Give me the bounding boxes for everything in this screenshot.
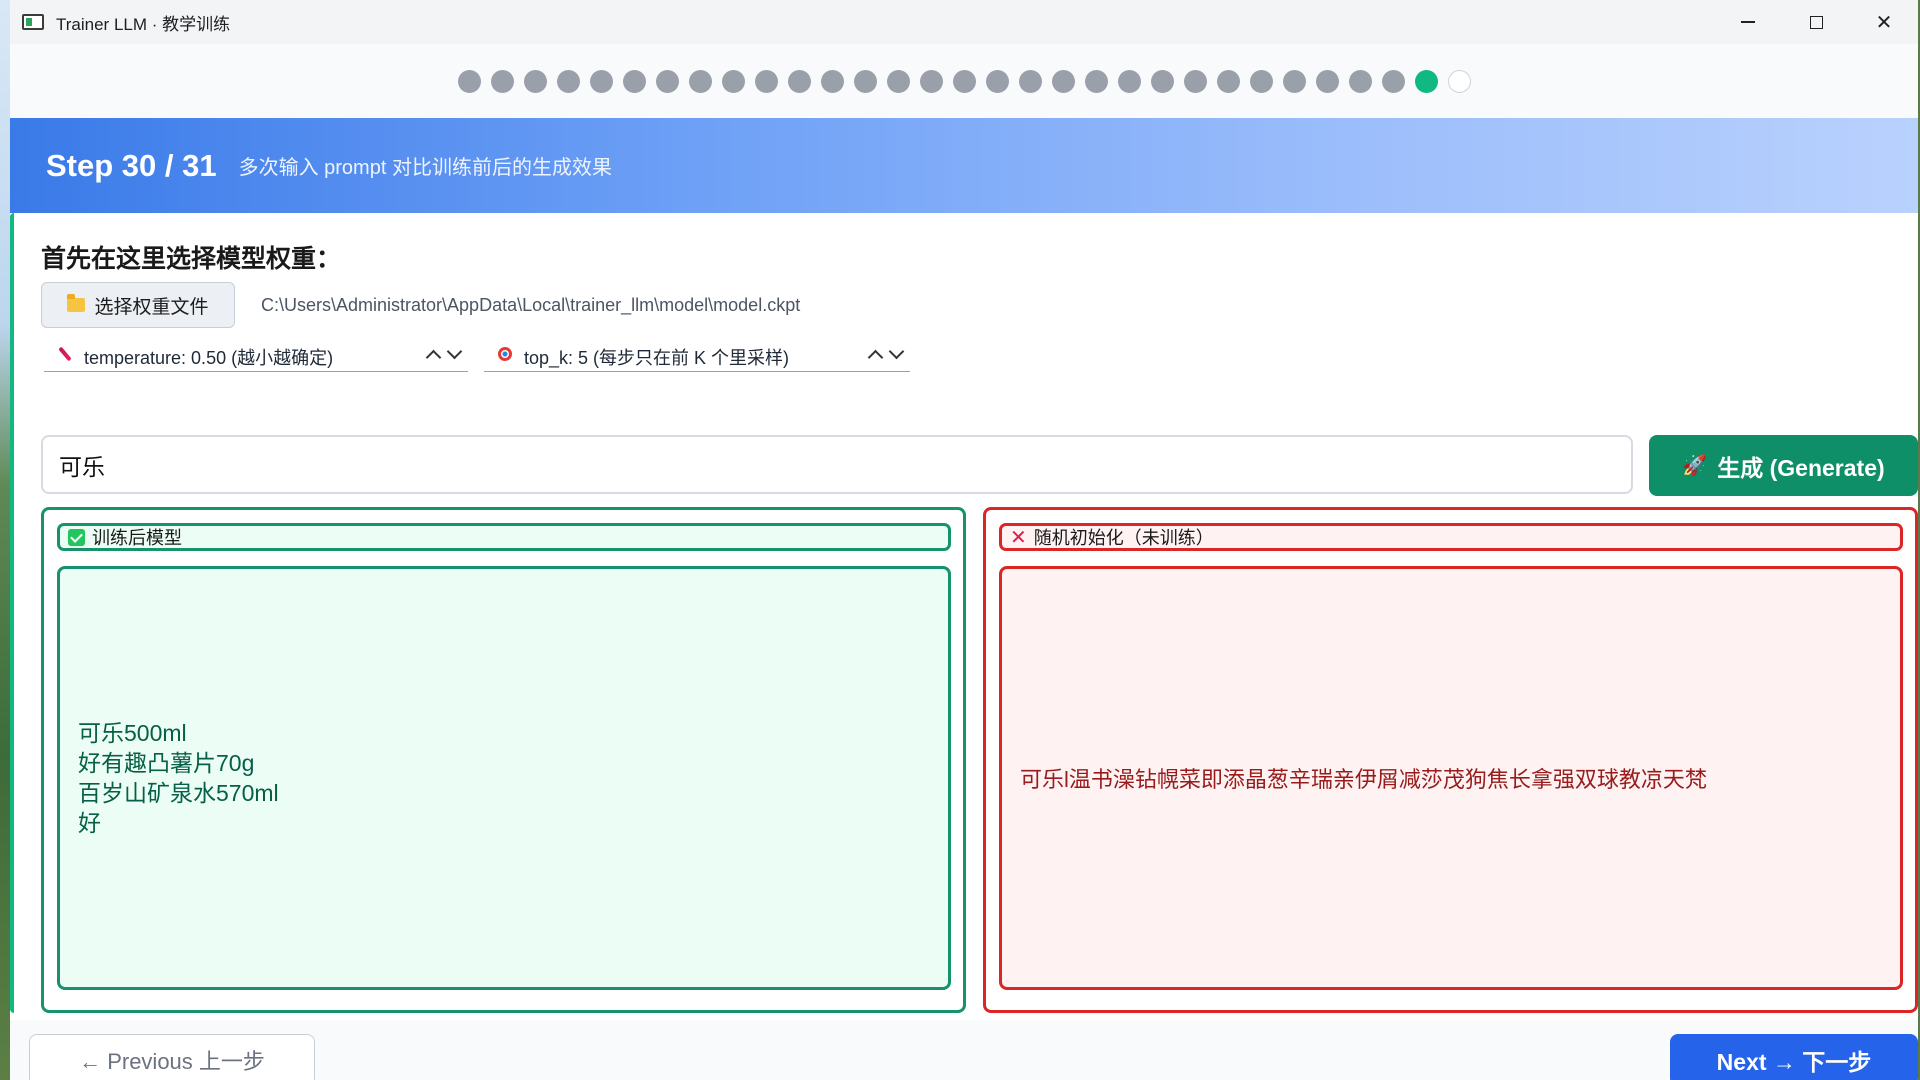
target-icon xyxy=(496,347,514,366)
folder-icon xyxy=(67,294,86,312)
step-dot[interactable] xyxy=(1282,69,1306,93)
thermometer-icon xyxy=(56,346,74,367)
prompt-input-value: 可乐 xyxy=(59,453,105,480)
desktop-background xyxy=(0,0,10,1080)
step-dot[interactable] xyxy=(721,69,745,93)
close-icon: ✕ xyxy=(1875,11,1893,34)
trained-model-label: 训练后模型 xyxy=(92,528,182,548)
step-dot[interactable] xyxy=(952,69,976,93)
app-icon xyxy=(22,14,44,30)
random-model-header: ✕ 随机初始化（未训练） xyxy=(999,523,1903,551)
random-model-output-text: 可乐l温书澡钻幌菜即添晶葱辛瑞亲伊屑减莎茂狗焦长拿强双球教凉天梵 xyxy=(1020,767,1707,792)
step-dot[interactable] xyxy=(1183,69,1207,93)
step-dot[interactable] xyxy=(754,69,778,93)
step-dot[interactable] xyxy=(589,69,613,93)
next-button[interactable]: Next → 下一步 xyxy=(1670,1034,1918,1080)
window-controls: ✕ xyxy=(1714,0,1918,44)
cross-icon: ✕ xyxy=(1010,526,1027,549)
step-dot[interactable] xyxy=(688,69,712,93)
step-dot[interactable] xyxy=(556,69,580,93)
random-model-output: 可乐l温书澡钻幌菜即添晶葱辛瑞亲伊屑减莎茂狗焦长拿强双球教凉天梵 xyxy=(999,566,1903,990)
step-dot[interactable] xyxy=(490,69,514,93)
rocket-icon: 🚀 xyxy=(1682,455,1708,477)
random-model-label: 随机初始化（未训练） xyxy=(1033,528,1214,548)
app-window: Trainer LLM · 教学训练 ✕ Step 30 / 31 多次输入 p… xyxy=(10,0,1918,1080)
weights-path: C:\Users\Administrator\AppData\Local\tra… xyxy=(261,295,801,315)
chevron-down-icon[interactable] xyxy=(888,343,905,360)
trained-model-output: 可乐500ml 好有趣凸薯片70g 百岁山矿泉水570ml 好 xyxy=(57,566,951,990)
step-dot[interactable] xyxy=(1447,69,1471,93)
step-dot[interactable] xyxy=(1117,69,1141,93)
title-bar: Trainer LLM · 教学训练 ✕ xyxy=(10,0,1918,44)
trained-model-header: 训练后模型 xyxy=(57,523,951,551)
step-dot[interactable] xyxy=(886,69,910,93)
previous-button[interactable]: ← Previous 上一步 xyxy=(29,1034,315,1080)
check-icon xyxy=(68,528,85,546)
prompt-input[interactable]: 可乐 xyxy=(41,435,1633,494)
step-dot[interactable] xyxy=(853,69,877,93)
step-dot[interactable] xyxy=(1414,69,1438,93)
trained-model-panel: 训练后模型 可乐500ml 好有趣凸薯片70g 百岁山矿泉水570ml 好 xyxy=(41,507,966,1013)
chevron-up-icon[interactable] xyxy=(425,349,442,366)
step-dot[interactable] xyxy=(919,69,943,93)
step-dot[interactable] xyxy=(1249,69,1273,93)
weights-section-label: 首先在这里选择模型权重： xyxy=(41,245,342,273)
step-dot[interactable] xyxy=(655,69,679,93)
step-subtitle: 多次输入 prompt 对比训练前后的生成效果 xyxy=(238,157,612,179)
step-dot[interactable] xyxy=(1381,69,1405,93)
temperature-spinbox[interactable]: temperature: 0.50 (越小越确定) xyxy=(44,342,468,372)
step-dot[interactable] xyxy=(1018,69,1042,93)
step-dot[interactable] xyxy=(787,69,811,93)
step-header: Step 30 / 31 多次输入 prompt 对比训练前后的生成效果 xyxy=(10,118,1918,213)
choose-weights-label: 选择权重文件 xyxy=(94,296,209,318)
generate-button-label: 生成 (Generate) xyxy=(1717,454,1885,481)
chevron-up-icon[interactable] xyxy=(867,349,884,366)
nav-footer: ← Previous 上一步 Next → 下一步 xyxy=(10,1020,1918,1080)
chevron-down-icon[interactable] xyxy=(446,343,463,360)
step-title: Step 30 / 31 xyxy=(46,147,217,183)
step-dot[interactable] xyxy=(1084,69,1108,93)
step-dot[interactable] xyxy=(985,69,1009,93)
top-k-value: top_k: 5 (每步只在前 K 个里采样) xyxy=(524,347,790,368)
step-dot[interactable] xyxy=(1051,69,1075,93)
window-title: Trainer LLM · 教学训练 xyxy=(56,14,231,34)
step-progress-dots xyxy=(10,44,1918,118)
generate-button[interactable]: 🚀 生成 (Generate) xyxy=(1649,435,1918,496)
step-content: 首先在这里选择模型权重： 选择权重文件 C:\Users\Administrat… xyxy=(10,213,1918,1020)
step-dot[interactable] xyxy=(1216,69,1240,93)
random-model-panel: ✕ 随机初始化（未训练） 可乐l温书澡钻幌菜即添晶葱辛瑞亲伊屑减莎茂狗焦长拿强双… xyxy=(983,507,1918,1013)
step-dot[interactable] xyxy=(457,69,481,93)
step-dot[interactable] xyxy=(1348,69,1372,93)
top-k-spinbox[interactable]: top_k: 5 (每步只在前 K 个里采样) xyxy=(484,342,910,372)
step-dot[interactable] xyxy=(1315,69,1339,93)
choose-weights-button[interactable]: 选择权重文件 xyxy=(41,282,235,328)
step-dot[interactable] xyxy=(1150,69,1174,93)
content-accent-bar xyxy=(10,213,14,1013)
step-dot[interactable] xyxy=(523,69,547,93)
step-dot[interactable] xyxy=(622,69,646,93)
temperature-value: temperature: 0.50 (越小越确定) xyxy=(84,347,334,368)
step-dot[interactable] xyxy=(820,69,844,93)
minimize-button[interactable] xyxy=(1714,0,1782,44)
close-button[interactable]: ✕ xyxy=(1850,0,1918,44)
maximize-button[interactable] xyxy=(1782,0,1850,44)
minimize-icon xyxy=(1741,21,1755,23)
trained-model-output-text: 可乐500ml 好有趣凸薯片70g 百岁山矿泉水570ml 好 xyxy=(78,720,279,836)
maximize-icon xyxy=(1809,15,1823,29)
